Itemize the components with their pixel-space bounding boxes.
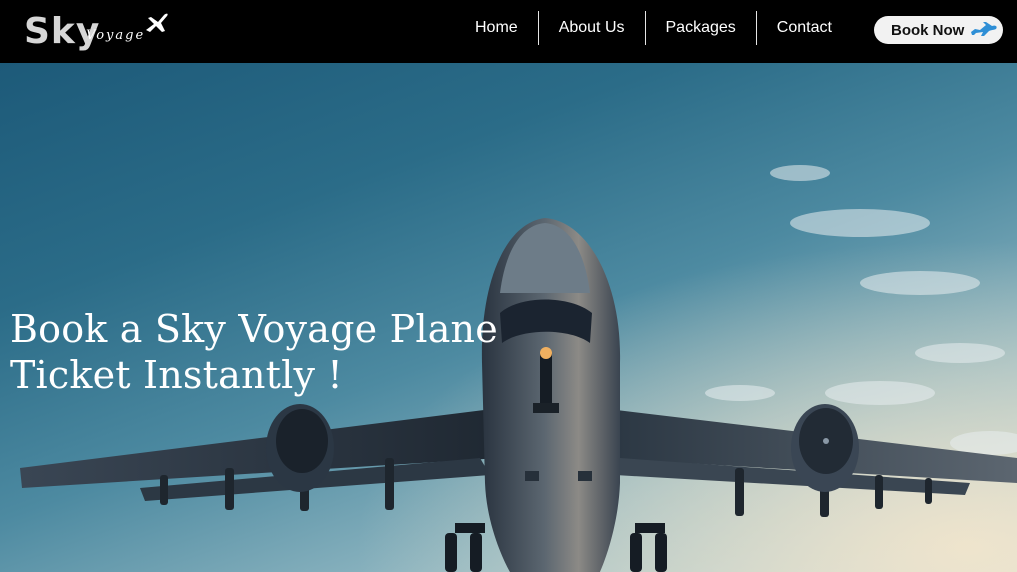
brand-logo[interactable]: Sky Voyage <box>22 8 172 58</box>
airplane-icon <box>971 22 997 36</box>
nav-packages[interactable]: Packages <box>646 11 756 45</box>
hero-title-line-2: Ticket Instantly ! <box>10 353 343 397</box>
nav-about-us[interactable]: About Us <box>539 11 645 45</box>
hero-section: Book a Sky Voyage Plane Ticket Instantly… <box>0 63 1017 572</box>
hero-title: Book a Sky Voyage Plane Ticket Instantly… <box>10 306 498 398</box>
main-nav: Home About Us Packages Contact <box>455 11 852 45</box>
nav-contact[interactable]: Contact <box>757 11 852 45</box>
airplane-icon <box>146 13 168 32</box>
top-navbar: Sky Voyage Home About Us Packages Contac… <box>0 0 1017 63</box>
book-now-button[interactable]: Book Now <box>874 16 1003 44</box>
hero-title-line-1: Book a Sky Voyage Plane <box>10 307 498 351</box>
book-now-label: Book Now <box>891 21 965 39</box>
nav-home[interactable]: Home <box>455 11 538 45</box>
logo-voyage-text: Voyage <box>86 28 146 43</box>
